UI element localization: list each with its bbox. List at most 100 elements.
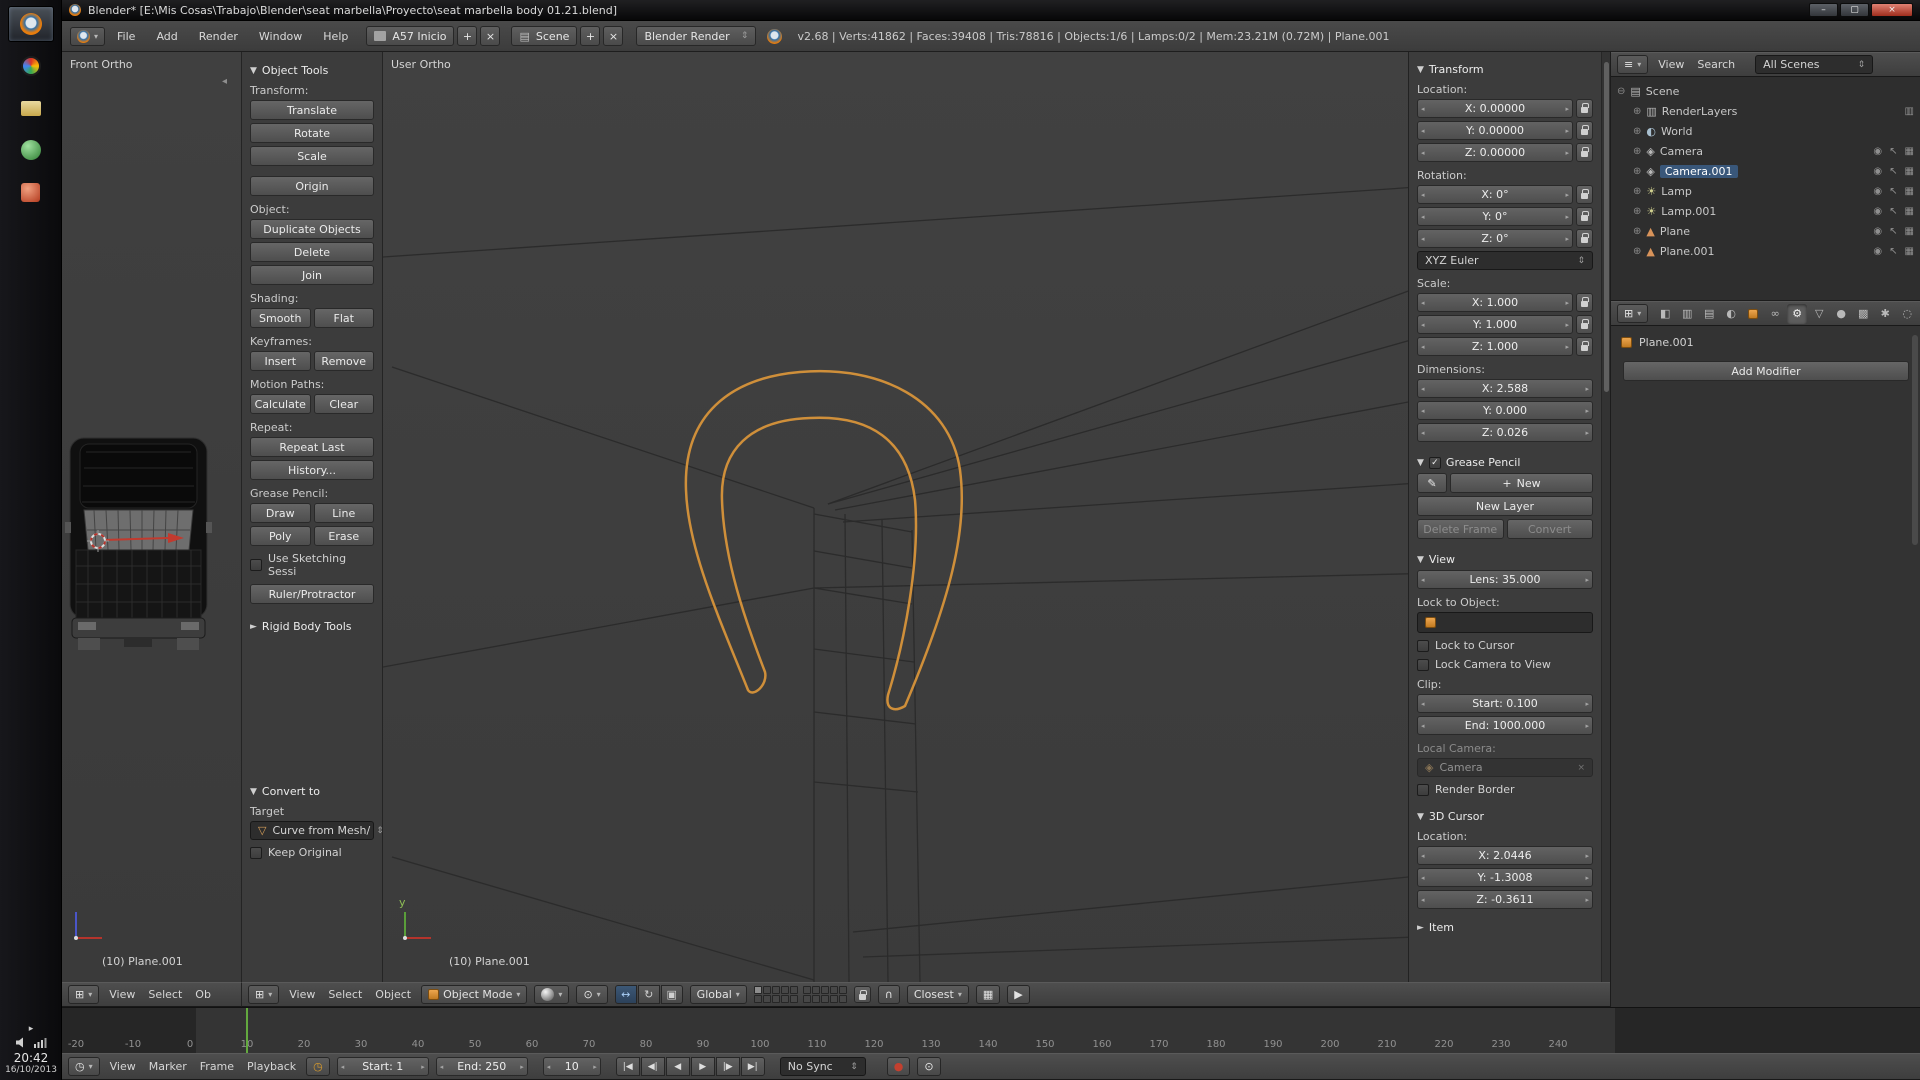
transform-orientation-dropdown[interactable]: Global ▾ [690,985,747,1004]
gp-poly-button[interactable]: Poly [250,526,311,546]
rotation-mode-dropdown[interactable]: XYZ Euler⇕ [1417,251,1593,270]
outliner-display-dropdown[interactable]: All Scenes ⇕ [1755,55,1873,74]
add-layout-button[interactable]: + [457,26,477,46]
panel-view-title[interactable]: View [1429,553,1455,566]
editor-type-button[interactable]: ⊞ ▾ [68,985,99,1004]
panel-title-rigid-body-tools[interactable]: Rigid Body Tools [262,620,352,633]
repeat-last-button[interactable]: Repeat Last [250,437,374,457]
lock-to-cursor-checkbox[interactable] [1417,640,1429,652]
panel-closed-icon[interactable]: ► [250,622,257,632]
blender-menu-button[interactable]: ▾ [70,27,105,46]
viewport-shading-dropdown[interactable]: ▾ [534,985,569,1004]
calculate-paths-button[interactable]: Calculate [250,394,311,414]
selectability-icon[interactable]: ↖ [1889,146,1897,157]
editor-type-button[interactable]: ⊞ ▾ [248,985,279,1004]
tab-physics[interactable]: ◌ [1897,304,1917,324]
layer-toggle[interactable] [803,995,811,1003]
manipulator-scale-button[interactable]: ▣ [661,985,683,1004]
start-frame-field[interactable]: Start: 1 [337,1057,429,1076]
outliner-item-scene[interactable]: ⊖ ▤ Scene [1611,81,1920,101]
location-x-field[interactable]: X: 0.00000 [1417,99,1573,118]
location-y-field[interactable]: Y: 0.00000 [1417,121,1573,140]
scrollbar-thumb[interactable] [1912,335,1918,545]
volume-icon[interactable] [15,1037,28,1048]
join-button[interactable]: Join [250,265,374,285]
panel-open-icon[interactable]: ▼ [250,66,257,76]
renderability-icon[interactable]: ▦ [1905,226,1914,237]
previous-keyframe-button[interactable]: ◀| [641,1057,665,1076]
tab-object-data[interactable]: ▽ [1809,304,1829,324]
grease-pencil-checkbox[interactable]: ✓ [1429,457,1441,469]
gp-line-button[interactable]: Line [314,503,375,523]
layer-toggle[interactable] [803,986,811,994]
renderlayer-toggle-icon[interactable]: ▥ [1905,106,1914,117]
taskbar-app-button-1[interactable] [8,48,54,84]
layer-toggle[interactable] [763,986,771,994]
outliner-item-world[interactable]: ⊕ ◐ World [1611,121,1920,141]
maximize-button[interactable]: ▢ [1840,3,1869,17]
tab-particles[interactable]: ✱ [1875,304,1895,324]
menu-marker[interactable]: Marker [146,1060,190,1073]
panel-open-icon[interactable]: ▼ [250,787,257,797]
pivot-center-dropdown[interactable]: ⊙ ▾ [576,985,607,1004]
outliner-item-camera-001[interactable]: ⊕ ◈ Camera.001 ◉ ↖ ▦ [1611,161,1920,181]
selectability-icon[interactable]: ↖ [1889,226,1897,237]
keying-set-button[interactable]: ⊙ [917,1057,940,1076]
use-preview-range-button[interactable]: ◷ [306,1057,330,1076]
lock-rotation-x-button[interactable] [1576,185,1593,204]
tab-constraints[interactable]: ∞ [1765,304,1785,324]
play-reverse-button[interactable]: ◀ [666,1057,690,1076]
layer-toggle[interactable] [790,995,798,1003]
renderability-icon[interactable]: ▦ [1905,166,1914,177]
rotation-y-field[interactable]: Y: 0° [1417,207,1573,226]
render-engine-dropdown[interactable]: Blender Render ⇕ [636,26,756,46]
outliner-item-renderlayers[interactable]: ⊕ ▥ RenderLayers ▥ [1611,101,1920,121]
npanel-scrollbar[interactable] [1601,52,1610,982]
menu-view[interactable]: View [106,988,138,1001]
smooth-button[interactable]: Smooth [250,308,311,328]
taskbar-blender-button[interactable] [8,6,54,42]
visibility-icon[interactable]: ◉ [1873,246,1882,257]
layer-toggle[interactable] [830,986,838,994]
outliner-item-camera[interactable]: ⊕ ◈ Camera ◉ ↖ ▦ [1611,141,1920,161]
delete-scene-button[interactable]: × [603,26,623,46]
flat-button[interactable]: Flat [314,308,375,328]
lock-location-y-button[interactable] [1576,121,1593,140]
lock-scale-z-button[interactable] [1576,337,1593,356]
layer-toggle[interactable] [772,986,780,994]
clear-paths-button[interactable]: Clear [314,394,375,414]
panel-3d-cursor-title[interactable]: 3D Cursor [1429,810,1484,823]
selectability-icon[interactable]: ↖ [1889,246,1897,257]
selectability-icon[interactable]: ↖ [1889,186,1897,197]
convert-target-dropdown[interactable]: ▽ Curve from Mesh/ ⇕ [250,821,374,840]
menu-select[interactable]: Select [145,988,185,1001]
add-modifier-button[interactable]: Add Modifier [1623,361,1909,381]
rotate-button[interactable]: Rotate [250,123,374,143]
cursor-y-field[interactable]: Y: -1.3008 [1417,868,1593,887]
layer-toggle[interactable] [821,995,829,1003]
ruler-protractor-button[interactable]: Ruler/Protractor [250,584,374,604]
renderability-icon[interactable]: ▦ [1905,186,1914,197]
clock-date[interactable]: 16/10/2013 [0,1065,62,1075]
layer-toggle[interactable] [812,995,820,1003]
cursor-x-field[interactable]: X: 2.0446 [1417,846,1593,865]
mode-dropdown[interactable]: Object Mode ▾ [421,985,527,1004]
lock-scale-x-button[interactable] [1576,293,1593,312]
tab-object[interactable] [1743,304,1763,324]
duplicate-objects-button[interactable]: Duplicate Objects [250,219,374,239]
scale-x-field[interactable]: X: 1.000 [1417,293,1573,312]
location-z-field[interactable]: Z: 0.00000 [1417,143,1573,162]
menu-window[interactable]: Window [250,30,311,43]
menu-search[interactable]: Search [1694,58,1738,71]
lock-scale-y-button[interactable] [1576,315,1593,334]
tab-material[interactable]: ● [1831,304,1851,324]
outliner-item-plane[interactable]: ⊕ ▲ Plane ◉ ↖ ▦ [1611,221,1920,241]
menu-frame[interactable]: Frame [197,1060,237,1073]
local-camera-field[interactable]: ◈ Camera × [1417,758,1593,777]
scene-selector[interactable]: ▤ Scene [511,26,577,46]
outliner-item-lamp-001[interactable]: ⊕ ☀ Lamp.001 ◉ ↖ ▦ [1611,201,1920,221]
layer-toggle[interactable] [839,986,847,994]
selectability-icon[interactable]: ↖ [1889,206,1897,217]
gp-new-button[interactable]: +New [1450,473,1593,493]
scale-button[interactable]: Scale [250,146,374,166]
